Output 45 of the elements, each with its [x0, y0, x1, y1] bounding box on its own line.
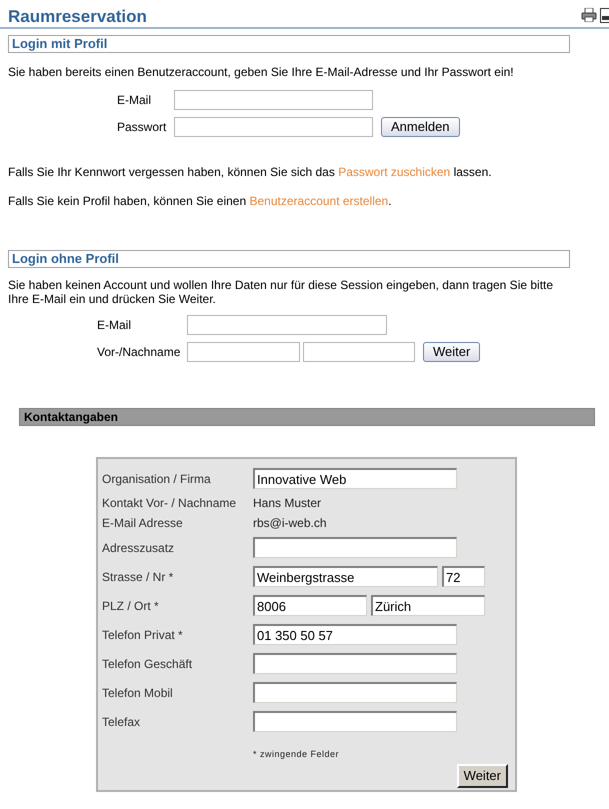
password-field[interactable] — [174, 117, 373, 137]
input-field[interactable]: 01 350 50 57 — [253, 624, 457, 645]
field-label: Passwort — [117, 119, 168, 136]
field-label: E-Mail — [117, 92, 152, 109]
input-field[interactable]: 8006 — [253, 595, 367, 616]
field-label: Telefon Geschäft — [102, 656, 194, 672]
register-text: Falls Sie kein Profil haben, können Sie einen Benutzeraccount erstellen. — [8, 193, 393, 210]
field-label: Kontakt Vor- / Nachname — [102, 495, 238, 512]
submit-button[interactable]: Weiter — [423, 342, 480, 362]
field-label: Strasse / Nr * — [102, 568, 174, 586]
submit-button[interactable]: Anmelden — [381, 117, 460, 137]
intro-text: Sie haben bereits einen Benutzeraccount, geben Sie Ihre E-Mail-Adresse und Ihr Passwort ein! — [8, 64, 515, 81]
field-label: E-Mail Adresse — [102, 515, 184, 532]
field-label: E-Mail — [97, 317, 132, 334]
last-name-field[interactable] — [303, 342, 415, 362]
intro-text: Sie haben keinen Account und wollen Ihre Daten nur für diese Session eingeben, dann tragen Sie bitte Ihre E-Mail ein und drücken Sie Weiter. — [8, 278, 554, 306]
input-field[interactable] — [253, 653, 457, 674]
field-label: Telefon Mobil — [102, 684, 174, 702]
field-value: rbs@i-web.ch — [253, 515, 327, 532]
required-note: * zwingende Felder — [253, 749, 340, 759]
document-icon[interactable] — [600, 8, 609, 23]
input-field[interactable]: Zürich — [371, 595, 485, 616]
submit-button[interactable]: Weiter — [456, 764, 508, 788]
printer-icon[interactable] — [581, 8, 597, 22]
field-label: Telefax — [102, 714, 142, 730]
field-label: Adresszusatz — [102, 540, 176, 556]
contact-header: Kontaktangaben — [19, 408, 595, 426]
field-label: Telefon Privat * — [102, 626, 184, 644]
first-name-field[interactable] — [187, 342, 300, 362]
section-header: Login mit Profil — [8, 35, 570, 53]
input-field[interactable] — [253, 711, 457, 732]
field-value: Hans Muster — [253, 495, 322, 512]
input-field[interactable]: 72 — [442, 566, 485, 587]
input-field[interactable] — [253, 682, 457, 703]
page-title: Raumreservation — [8, 7, 147, 27]
email-field[interactable] — [174, 90, 373, 110]
field-label: PLZ / Ort * — [102, 598, 160, 614]
field-label: Vor-/Nachname — [97, 344, 182, 361]
input-field[interactable]: Weinbergstrasse — [253, 566, 438, 587]
input-field[interactable]: Innovative Web — [253, 468, 457, 489]
section-header: Login ohne Profil — [8, 250, 570, 268]
input-field[interactable] — [253, 537, 457, 558]
email-field[interactable] — [187, 315, 387, 335]
forgot-text: Falls Sie Ihr Kennwort vergessen haben, können Sie sich das Passwort zuschicken lassen. — [8, 164, 493, 181]
field-label: Organisation / Firma — [102, 470, 212, 488]
